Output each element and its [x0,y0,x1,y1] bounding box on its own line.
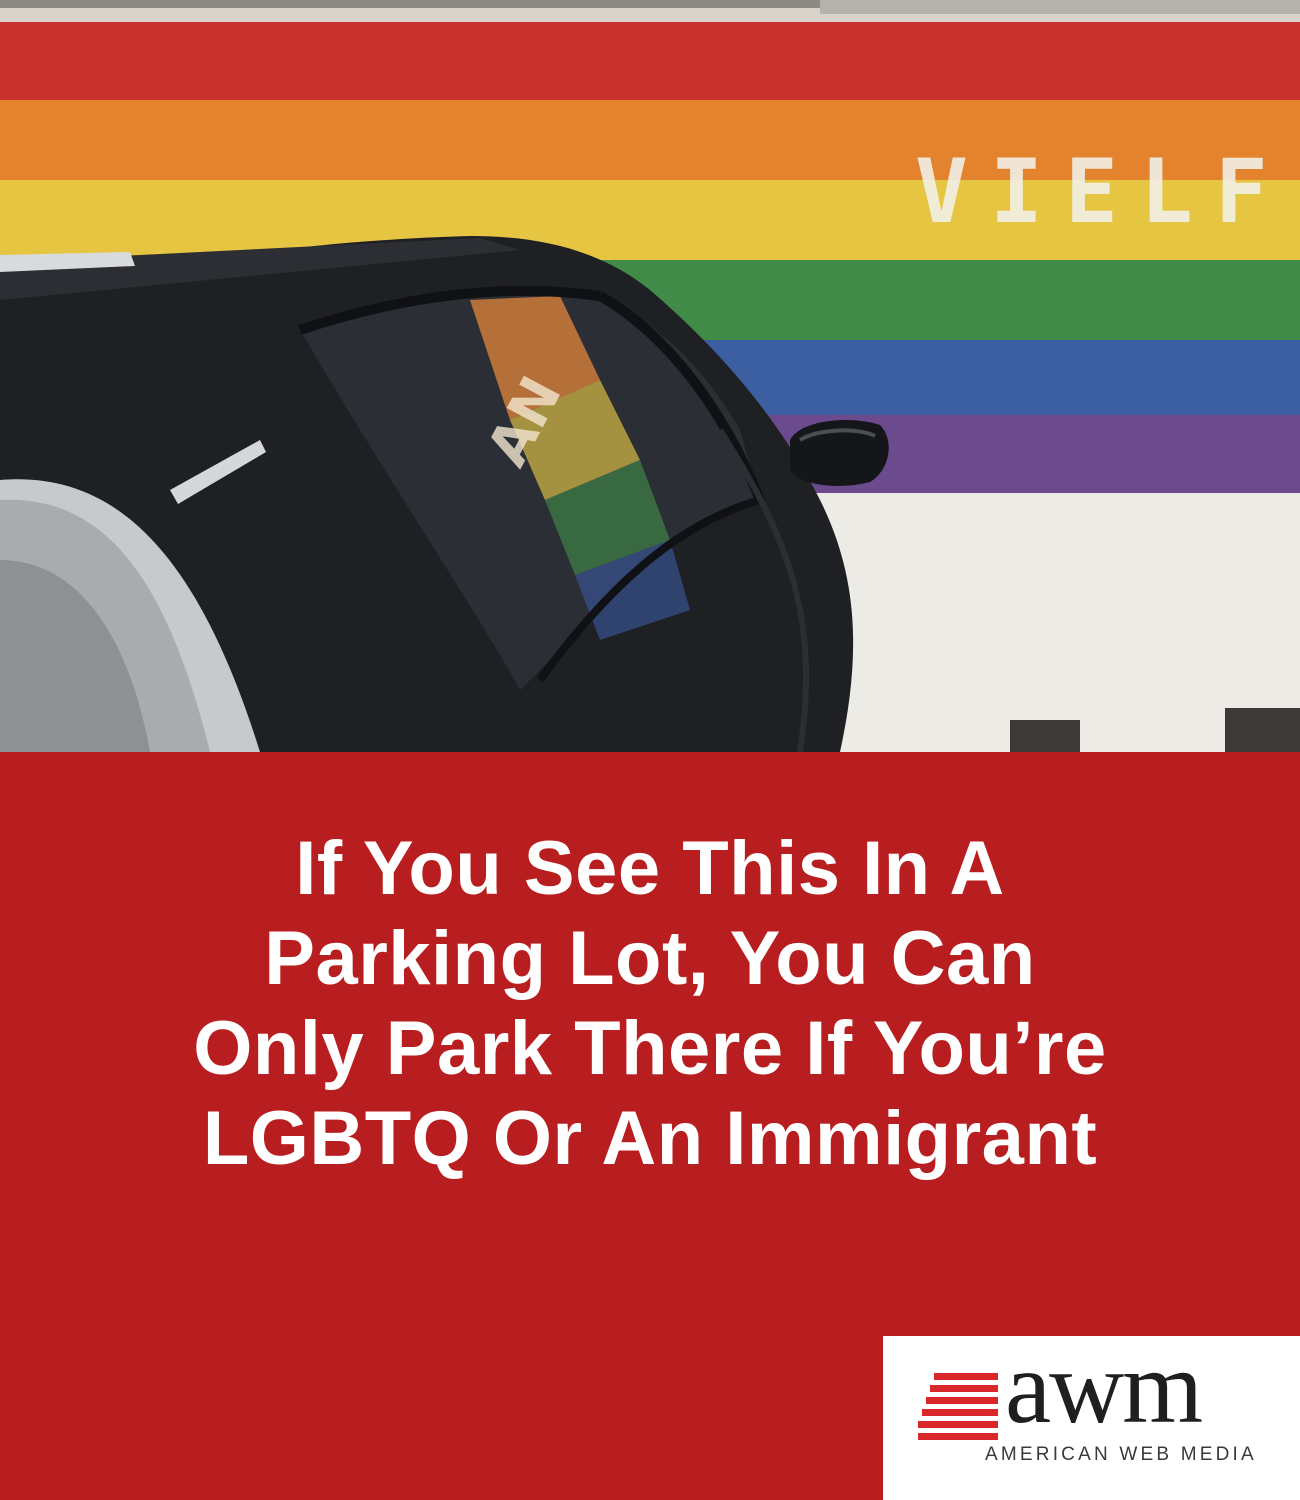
headline-line-2: Parking Lot, You Can [264,916,1036,1001]
headline-line-3: Only Park There If You’re [193,1006,1107,1091]
wall-stripe-red [0,22,1300,100]
wall-lettering: VIELF [915,140,1290,243]
logo-stripes-icon [918,1373,998,1440]
article-photo: VIELF AN [0,0,1300,752]
logo-tagline: AMERICAN WEB MEDIA [985,1444,1257,1465]
headline-line-1: If You See This In A [295,826,1005,911]
logo-wordmark: awm [1005,1330,1203,1445]
headline: If You See This In A Parking Lot, You Ca… [80,824,1220,1184]
awm-logo: awm AMERICAN WEB MEDIA [883,1330,1300,1500]
article-card: VIELF AN If You See This In A Parking Lo… [0,0,1300,1500]
headline-line-4: LGBTQ Or An Immigrant [202,1096,1098,1181]
